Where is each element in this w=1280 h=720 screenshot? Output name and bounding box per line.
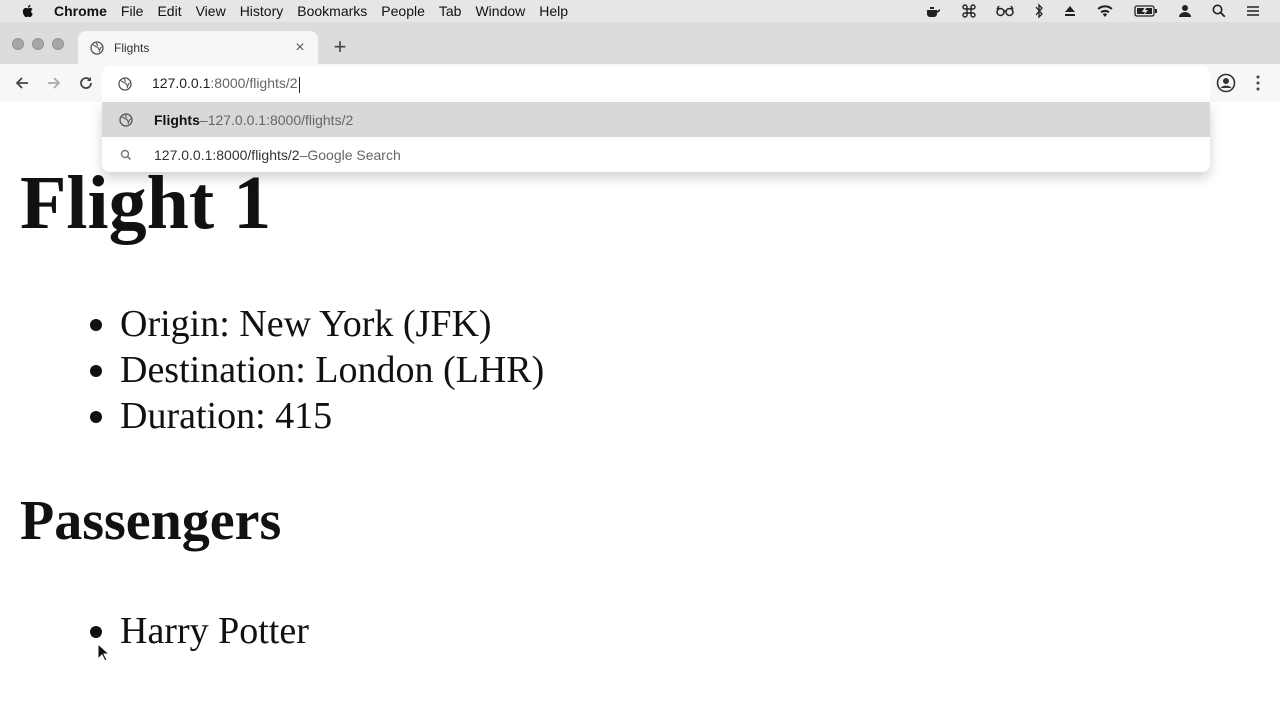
globe-icon xyxy=(118,77,132,91)
menu-edit[interactable]: Edit xyxy=(157,3,195,19)
glasses-icon[interactable] xyxy=(996,5,1014,17)
duration-text: Duration: 415 xyxy=(120,395,333,437)
menu-app-chrome[interactable]: Chrome xyxy=(54,3,121,19)
menu-history[interactable]: History xyxy=(240,3,298,19)
menu-view[interactable]: View xyxy=(196,3,240,19)
passenger-list: Harry Potter xyxy=(90,608,309,654)
menu-file[interactable]: File xyxy=(121,3,158,19)
bullet xyxy=(90,365,102,377)
list-item: Origin: New York (JFK) xyxy=(90,301,544,347)
status-area xyxy=(924,0,1280,22)
address-bar[interactable]: 127.0.0.1:8000/flights/2 xyxy=(102,66,1210,102)
address-text[interactable]: 127.0.0.1:8000/flights/2 xyxy=(152,75,300,93)
text-caret xyxy=(298,76,300,93)
passengers-heading: Passengers xyxy=(20,490,282,552)
page-content: Flight 1 Origin: New York (JFK) Destinat… xyxy=(0,102,1280,720)
list-item: Destination: London (LHR) xyxy=(90,347,545,393)
tab-title: Flights xyxy=(114,41,150,55)
zoom-window-button[interactable] xyxy=(52,38,64,50)
flight-details-list: Origin: New York (JFK) Destination: Lond… xyxy=(90,301,545,439)
back-button[interactable] xyxy=(11,72,33,94)
search-icon xyxy=(118,147,134,163)
battery-icon[interactable] xyxy=(1134,4,1158,18)
bullet xyxy=(90,626,102,638)
bullet xyxy=(90,319,102,331)
command-icon[interactable] xyxy=(962,4,976,18)
list-item: Harry Potter xyxy=(90,608,309,654)
forward-button[interactable] xyxy=(43,72,65,94)
menu-bar: Chrome File Edit View History Bookmarks … xyxy=(0,0,1280,23)
account-icon xyxy=(1216,73,1236,93)
close-tab-icon[interactable]: × xyxy=(292,39,308,56)
search-icon[interactable] xyxy=(1212,4,1226,18)
suggestion-separator: – xyxy=(299,146,308,163)
tab-flights[interactable]: Flights × xyxy=(78,31,318,65)
minimize-window-button[interactable] xyxy=(32,38,44,50)
close-window-button[interactable] xyxy=(12,38,24,50)
bluetooth-icon[interactable] xyxy=(1034,3,1044,19)
menu-button[interactable] xyxy=(1247,72,1269,94)
apple-icon[interactable] xyxy=(20,3,36,19)
profile-button[interactable] xyxy=(1215,72,1237,94)
menu-tab[interactable]: Tab xyxy=(439,3,476,19)
wifi-icon[interactable] xyxy=(1096,4,1114,18)
menu-help[interactable]: Help xyxy=(539,3,582,19)
menu-bookmarks[interactable]: Bookmarks xyxy=(297,3,381,19)
more-vert-icon xyxy=(1256,75,1260,91)
passenger-name: Harry Potter xyxy=(120,610,309,652)
suggestion-url: 127.0.0.1:8000/flights/2 xyxy=(207,111,354,128)
new-tab-button[interactable]: + xyxy=(330,36,350,58)
suggestion-item[interactable]: 127.0.0.1:8000/flights/2 – Google Search xyxy=(102,137,1210,172)
suggestion-separator: – xyxy=(199,111,208,128)
list-icon[interactable] xyxy=(1246,5,1260,17)
globe-icon xyxy=(118,112,134,128)
teapot-icon[interactable] xyxy=(924,4,942,18)
reload-button[interactable] xyxy=(75,72,97,94)
eject-icon[interactable] xyxy=(1064,5,1076,17)
suggestion-title: Flights xyxy=(154,111,200,128)
list-item: Duration: 415 xyxy=(90,393,544,439)
address-host: 127.0.0.1 xyxy=(152,75,211,92)
user-icon[interactable] xyxy=(1178,4,1192,18)
back-arrow-icon xyxy=(15,77,28,89)
suggestion-query: 127.0.0.1:8000/flights/2 xyxy=(154,146,300,163)
menu-window[interactable]: Window xyxy=(475,3,539,19)
menu-people[interactable]: People xyxy=(381,3,439,19)
mouse-cursor-icon xyxy=(97,643,111,662)
suggestion-provider: Google Search xyxy=(307,146,401,163)
omnibox-suggestions: Flights – 127.0.0.1:8000/flights/2 127.0… xyxy=(102,102,1210,172)
destination-text: Destination: London (LHR) xyxy=(120,349,545,391)
address-path: :8000/flights/2 xyxy=(210,75,298,92)
forward-arrow-icon xyxy=(48,77,61,89)
origin-text: Origin: New York (JFK) xyxy=(120,303,492,345)
bullet xyxy=(90,411,102,423)
globe-icon xyxy=(90,41,104,55)
reload-icon xyxy=(80,77,92,89)
suggestion-item[interactable]: Flights – 127.0.0.1:8000/flights/2 xyxy=(102,102,1210,137)
